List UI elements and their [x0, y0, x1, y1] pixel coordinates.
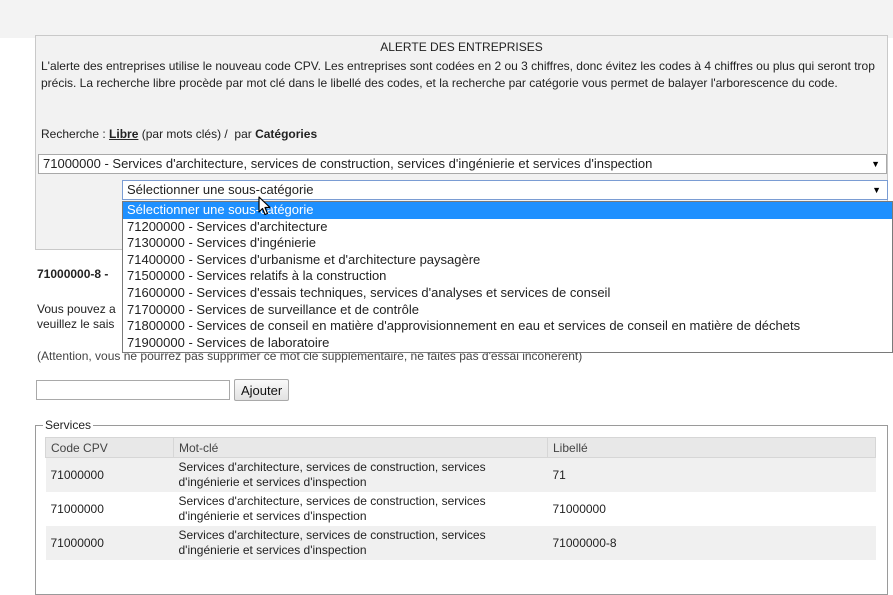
- cell-code: 71000000: [45, 492, 174, 526]
- cell-motcle: Services d'architecture, services de con…: [173, 526, 548, 560]
- triangle-down-icon: ▼: [871, 159, 880, 169]
- cell-code: 71000000: [45, 526, 174, 560]
- add-button[interactable]: Ajouter: [234, 379, 290, 401]
- table-row: 71000000 Services d'architecture, servic…: [45, 457, 876, 492]
- table-row: 71000000 Services d'architecture, servic…: [45, 492, 876, 526]
- services-legend: Services: [43, 418, 94, 432]
- services-table: Code CPV Mot-clé Libellé 71000000 Servic…: [45, 437, 876, 560]
- cell-libelle: 71000000-8: [547, 526, 876, 560]
- keyword-input[interactable]: [36, 380, 230, 400]
- search-mode-label: Recherche :: [41, 127, 110, 141]
- instruction-line-2: veuillez le sais: [37, 317, 115, 331]
- column-header-motcle: Mot-clé: [173, 437, 548, 458]
- column-header-code: Code CPV: [45, 437, 174, 458]
- instruction-text: Vous pouvez a veuillez le sais: [37, 302, 127, 332]
- dropdown-option[interactable]: 71600000 - Services d'essais techniques,…: [123, 285, 892, 302]
- cell-libelle: 71: [547, 457, 876, 492]
- dropdown-option[interactable]: 71800000 - Services de conseil en matièr…: [123, 318, 892, 335]
- search-mode-separator: (par mots clés) / par: [138, 127, 256, 141]
- cell-motcle: Services d'architecture, services de con…: [173, 457, 548, 492]
- dropdown-option[interactable]: 71700000 - Services de surveillance et d…: [123, 302, 892, 319]
- alert-title: ALERTE DES ENTREPRISES: [380, 40, 543, 54]
- libre-search-link[interactable]: Libre: [109, 127, 138, 141]
- alert-description: L'alerte des entreprises utilise le nouv…: [41, 59, 875, 90]
- dropdown-option[interactable]: Sélectionner une sous-catégorie: [123, 202, 892, 219]
- cell-libelle: 71000000: [547, 492, 876, 526]
- instruction-line-1: Vous pouvez a: [37, 302, 116, 316]
- dropdown-option[interactable]: 71900000 - Services de laboratoire: [123, 335, 892, 352]
- dropdown-option[interactable]: 71200000 - Services d'architecture: [123, 219, 892, 236]
- category-select[interactable]: 71000000 - Services d'architecture, serv…: [38, 154, 887, 174]
- top-strip: [0, 0, 893, 38]
- dropdown-option[interactable]: 71400000 - Services d'urbanisme et d'arc…: [123, 252, 892, 269]
- categories-search-link[interactable]: Catégories: [255, 127, 317, 141]
- column-header-libelle: Libellé: [547, 437, 876, 458]
- triangle-down-icon: ▼: [872, 185, 881, 195]
- table-row: 71000000 Services d'architecture, servic…: [45, 526, 876, 560]
- subcategory-dropdown-list: Sélectionner une sous-catégorie 71200000…: [122, 201, 893, 353]
- cell-motcle: Services d'architecture, services de con…: [173, 492, 548, 526]
- pointer-arrow-icon: [258, 196, 271, 216]
- cell-code: 71000000: [45, 457, 174, 492]
- dropdown-option[interactable]: 71500000 - Services relatifs à la constr…: [123, 268, 892, 285]
- search-mode-line: Recherche : Libre (par mots clés) / par …: [41, 127, 317, 141]
- category-select-value: 71000000 - Services d'architecture, serv…: [43, 156, 653, 171]
- subcategory-select[interactable]: Sélectionner une sous-catégorie ▼: [122, 180, 888, 200]
- selected-code-heading: 71000000-8 -: [37, 267, 109, 281]
- dropdown-option[interactable]: 71300000 - Services d'ingénierie: [123, 235, 892, 252]
- subcategory-select-value: Sélectionner une sous-catégorie: [127, 182, 314, 197]
